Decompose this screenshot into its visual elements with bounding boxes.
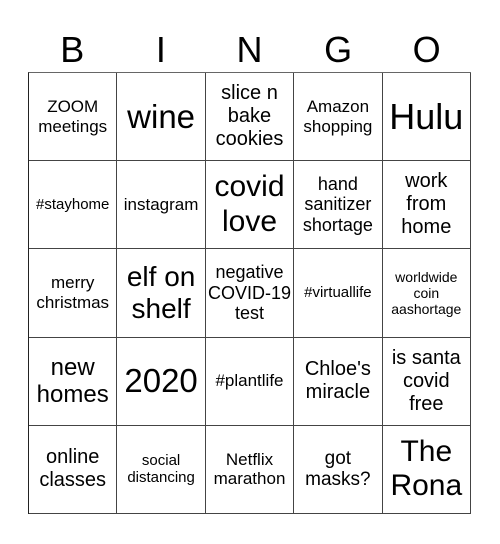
cell-text: The Rona: [390, 434, 463, 503]
header-letter-b: B: [60, 29, 85, 70]
bingo-cell[interactable]: covid love: [205, 161, 295, 250]
bingo-cell[interactable]: worldwide coin aashortage: [382, 249, 471, 338]
cell-text: ZOOM meetings: [38, 97, 108, 136]
cell-text: Chloe's miracle: [304, 358, 371, 404]
bingo-grid: ZOOM meetings wine slice n bake cookies …: [28, 72, 471, 514]
bingo-cell[interactable]: #plantlife: [205, 337, 295, 426]
cell-text: wine: [127, 97, 196, 135]
cell-text: new homes: [36, 353, 109, 409]
bingo-cell[interactable]: slice n bake cookies: [205, 73, 295, 162]
cell-text: 2020: [124, 362, 198, 400]
header-letter-i: I: [155, 29, 166, 70]
bingo-cell[interactable]: The Rona: [382, 425, 471, 514]
bingo-cell[interactable]: got masks?: [294, 425, 383, 514]
bingo-cell[interactable]: Netflix marathon: [205, 425, 295, 514]
bingo-cell[interactable]: negative COVID-19 test: [205, 249, 295, 338]
cell-text: negative COVID-19 test: [207, 261, 291, 324]
cell-text: worldwide coin aashortage: [391, 268, 462, 318]
cell-text: hand sanitizer shortage: [302, 173, 373, 236]
bingo-cell[interactable]: merry christmas: [29, 249, 118, 338]
bingo-cell[interactable]: hand sanitizer shortage: [294, 161, 383, 250]
bingo-cell[interactable]: instagram: [117, 161, 206, 250]
bingo-cell[interactable]: #stayhome: [29, 161, 118, 250]
cell-text: instagram: [123, 195, 199, 215]
cell-text: social distancing: [127, 452, 195, 487]
bingo-cell[interactable]: ZOOM meetings: [29, 73, 118, 162]
cell-text: elf on shelf: [126, 260, 196, 324]
bingo-cell[interactable]: 2020: [117, 337, 206, 426]
cell-text: Amazon shopping: [303, 97, 373, 136]
bingo-cell[interactable]: #virtuallife: [294, 249, 383, 338]
bingo-cell[interactable]: new homes: [29, 337, 118, 426]
bingo-cell[interactable]: Amazon shopping: [294, 73, 383, 162]
cell-text: work from home: [401, 170, 452, 239]
bingo-header: B I N G O: [28, 28, 471, 72]
cell-text: Hulu: [389, 95, 464, 137]
bingo-cell[interactable]: work from home: [382, 161, 471, 250]
bingo-cell[interactable]: Hulu: [382, 73, 471, 162]
header-letter-n: N: [236, 29, 263, 70]
cell-text: got masks?: [305, 447, 371, 491]
bingo-cell[interactable]: elf on shelf: [117, 249, 206, 338]
cell-text: #stayhome: [36, 196, 110, 214]
header-letter-g: G: [324, 29, 353, 70]
bingo-cell[interactable]: wine: [117, 73, 206, 162]
header-letter-o: O: [412, 29, 441, 70]
cell-text: #virtuallife: [304, 284, 372, 302]
cell-text: online classes: [39, 446, 107, 492]
cell-text: covid love: [214, 170, 285, 238]
cell-text: #plantlife: [215, 371, 284, 391]
cell-text: Netflix marathon: [213, 449, 286, 489]
cell-text: slice n bake cookies: [215, 82, 284, 151]
bingo-cell[interactable]: social distancing: [117, 425, 206, 514]
bingo-cell[interactable]: is santa covid free: [382, 337, 471, 426]
cell-text: merry christmas: [36, 273, 110, 312]
cell-text: is santa covid free: [391, 346, 461, 415]
bingo-cell[interactable]: online classes: [29, 425, 118, 514]
bingo-cell[interactable]: Chloe's miracle: [294, 337, 383, 426]
